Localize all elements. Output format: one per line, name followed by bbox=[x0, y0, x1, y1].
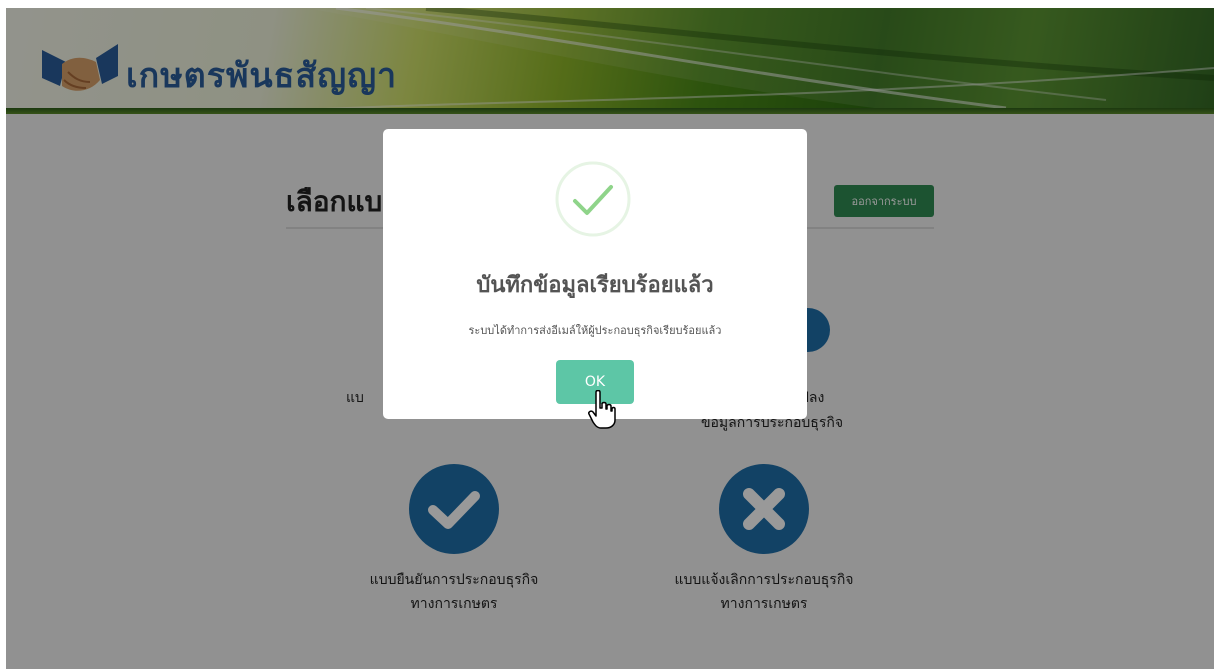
dialog-title: บันทึกข้อมูลเรียบร้อยแล้ว bbox=[476, 273, 714, 298]
success-dialog: บันทึกข้อมูลเรียบร้อยแล้ว ระบบได้ทำการส่… bbox=[383, 129, 807, 419]
dialog-message: ระบบได้ทำการส่งอีเมล์ให้ผู้ประกอบธุรกิจเ… bbox=[468, 324, 722, 337]
hand-pointer-cursor-icon bbox=[588, 389, 616, 434]
app-frame: เกษตรพันธสัญญา เลือกแบ ออกจากระบบ แบ ปลง… bbox=[6, 8, 1214, 669]
success-check-icon bbox=[555, 161, 631, 237]
